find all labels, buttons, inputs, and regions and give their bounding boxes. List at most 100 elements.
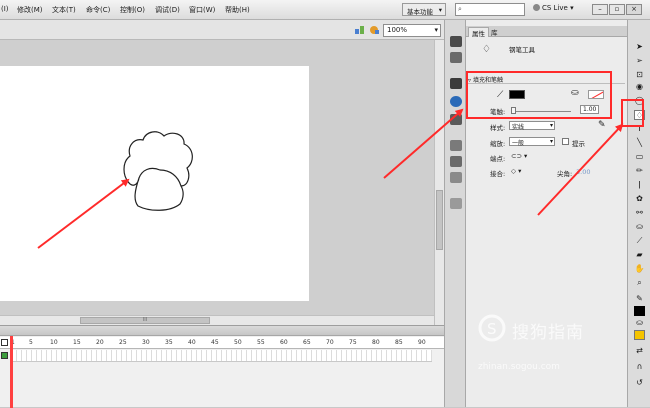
frame-ruler[interactable]: 1 5 10 15 20 25 30 35 40 45 50 55 60 65 … (0, 337, 444, 349)
collapsed-panels-strip (444, 20, 466, 407)
snap-icon[interactable]: ∩ (634, 362, 645, 372)
cap-style-select[interactable]: ⊂⊃ ▾ (511, 152, 527, 160)
motion-presets-icon[interactable] (450, 172, 462, 183)
stroke-color-icon[interactable]: ✎ (634, 294, 645, 304)
fill-color-icon[interactable]: ⛀ (634, 318, 645, 328)
menu-insert[interactable]: (I) (1, 5, 9, 13)
chevron-down-icon: ▾ (570, 4, 574, 12)
zoom-tool-icon[interactable]: ⌕ (634, 278, 645, 288)
tab-properties[interactable]: 属性 (468, 27, 489, 38)
menu-commands[interactable]: 命令(C) (86, 5, 110, 15)
free-transform-tool-icon[interactable]: ⊡ (634, 70, 645, 80)
menu-text[interactable]: 文本(T) (52, 5, 76, 15)
edit-scene-icon[interactable] (369, 25, 380, 35)
selection-tool-icon[interactable]: ➤ (634, 42, 645, 52)
style-label: 样式: (490, 124, 506, 132)
color-icon[interactable] (450, 52, 462, 63)
miter-label: 尖角: (557, 170, 573, 178)
smooth-icon[interactable]: ↺ (634, 378, 645, 388)
tab-library[interactable]: 库 (488, 27, 501, 37)
eyedropper-tool-icon[interactable]: ⟋ (634, 236, 645, 246)
code-snippets-icon[interactable] (450, 140, 462, 151)
frame-number: 80 (372, 339, 380, 346)
cs-live-button[interactable]: CS Live ▾ (533, 4, 574, 12)
maximize-button[interactable]: ▫ (609, 4, 625, 15)
paint-bucket-tool-icon[interactable]: ⛀ (634, 222, 645, 232)
stage-canvas[interactable] (0, 66, 309, 301)
pencil-tool-icon[interactable]: ✏ (634, 166, 645, 176)
workspace-switcher[interactable]: 基本功能 ▾ (402, 3, 446, 16)
svg-text:S: S (487, 320, 498, 338)
style-select[interactable]: 实线 ▾ (509, 121, 555, 131)
bone-tool-icon[interactable]: ⚯ (634, 208, 645, 218)
minimize-button[interactable]: – (592, 4, 608, 15)
brush-tool-icon[interactable]: ǀ (634, 180, 645, 190)
hair-drawing (123, 131, 193, 211)
hand-tool-icon[interactable]: ✋ (634, 264, 645, 274)
tools-panel: ➤ ➢ ⊡ ◉ ◯ ♢ T ╲ ▭ ✏ ǀ ✿ ⚯ ⛀ ⟋ ▰ ✋ ⌕ ✎ ⛀ … (627, 20, 650, 407)
transform-icon[interactable] (450, 114, 462, 125)
chevron-down-icon: ▾ (434, 26, 438, 34)
tool-name: 钢笔工具 (509, 46, 535, 54)
zoom-value: 100% (387, 26, 408, 34)
scroll-thumb[interactable]: III (80, 317, 210, 324)
style-value: 实线 (512, 124, 525, 131)
components-icon[interactable] (450, 156, 462, 167)
frame-number: 25 (119, 339, 127, 346)
playhead[interactable] (10, 336, 13, 408)
zoom-select[interactable]: 100% ▾ (383, 24, 441, 37)
subselection-tool-icon[interactable]: ➢ (634, 56, 645, 66)
edit-symbols-icon[interactable] (354, 25, 365, 35)
stage-toolbar: 100% ▾ (0, 20, 444, 40)
eraser-tool-icon[interactable]: ▰ (634, 250, 645, 260)
frame-number: 90 (418, 339, 426, 346)
project-icon[interactable] (450, 198, 462, 209)
edit-style-icon[interactable]: ✎ (598, 120, 606, 130)
sogou-logo-icon: S (478, 314, 506, 342)
cap-label: 端点: (490, 155, 506, 163)
menu-debug[interactable]: 调试(D) (155, 5, 180, 15)
layer-color-toggle[interactable] (1, 352, 8, 359)
stroke-color-chip[interactable] (634, 306, 645, 316)
frame-number: 75 (349, 339, 357, 346)
menu-help[interactable]: 帮助(H) (225, 5, 250, 15)
3d-rotation-tool-icon[interactable]: ◉ (634, 82, 645, 92)
chevron-down-icon: ▾ (549, 138, 553, 145)
library-icon[interactable] (450, 36, 462, 47)
miter-value[interactable]: 3.00 (576, 168, 590, 176)
frame-number: 15 (73, 339, 81, 346)
scroll-thumb[interactable] (436, 190, 443, 250)
stage-vertical-scrollbar[interactable] (434, 40, 444, 325)
frame-number: 55 (257, 339, 265, 346)
hint-checkbox[interactable] (562, 138, 569, 145)
line-tool-icon[interactable]: ╲ (634, 138, 645, 148)
frame-number: 85 (395, 339, 403, 346)
watermark-title-text: 搜狗指南 (512, 323, 584, 343)
frame-number: 20 (96, 339, 104, 346)
scale-select[interactable]: 一般 ▾ (509, 137, 555, 147)
frame-number: 50 (234, 339, 242, 346)
help-search-input[interactable]: ⌕ (455, 3, 525, 16)
join-style-select[interactable]: ◇ ▾ (511, 167, 521, 175)
frame-number: 70 (326, 339, 334, 346)
layer-frames-row[interactable] (12, 350, 432, 362)
info-icon[interactable] (450, 96, 462, 107)
fill-color-chip[interactable] (634, 330, 645, 340)
rectangle-tool-icon[interactable]: ▭ (634, 152, 645, 162)
layer-outline-toggle[interactable] (1, 339, 8, 346)
align-icon[interactable] (450, 78, 462, 89)
scale-label: 缩放: (490, 140, 506, 148)
watermark-title: S 搜狗指南 (478, 314, 584, 343)
menu-window[interactable]: 窗口(W) (189, 5, 215, 15)
frame-number: 45 (211, 339, 219, 346)
menu-modify[interactable]: 修改(M) (17, 5, 43, 15)
close-button[interactable]: × (626, 4, 642, 15)
panel-tabs: 属性 库 (466, 26, 627, 38)
hint-label: 提示 (572, 140, 585, 148)
deco-tool-icon[interactable]: ✿ (634, 194, 645, 204)
annotation-box-pen-tool (621, 99, 644, 127)
pen-tool-icon: ♢ (482, 44, 491, 55)
swap-colors-icon[interactable]: ⇄ (634, 346, 645, 356)
menu-control[interactable]: 控制(O) (120, 5, 145, 15)
stage-horizontal-scrollbar[interactable]: III (0, 315, 434, 325)
